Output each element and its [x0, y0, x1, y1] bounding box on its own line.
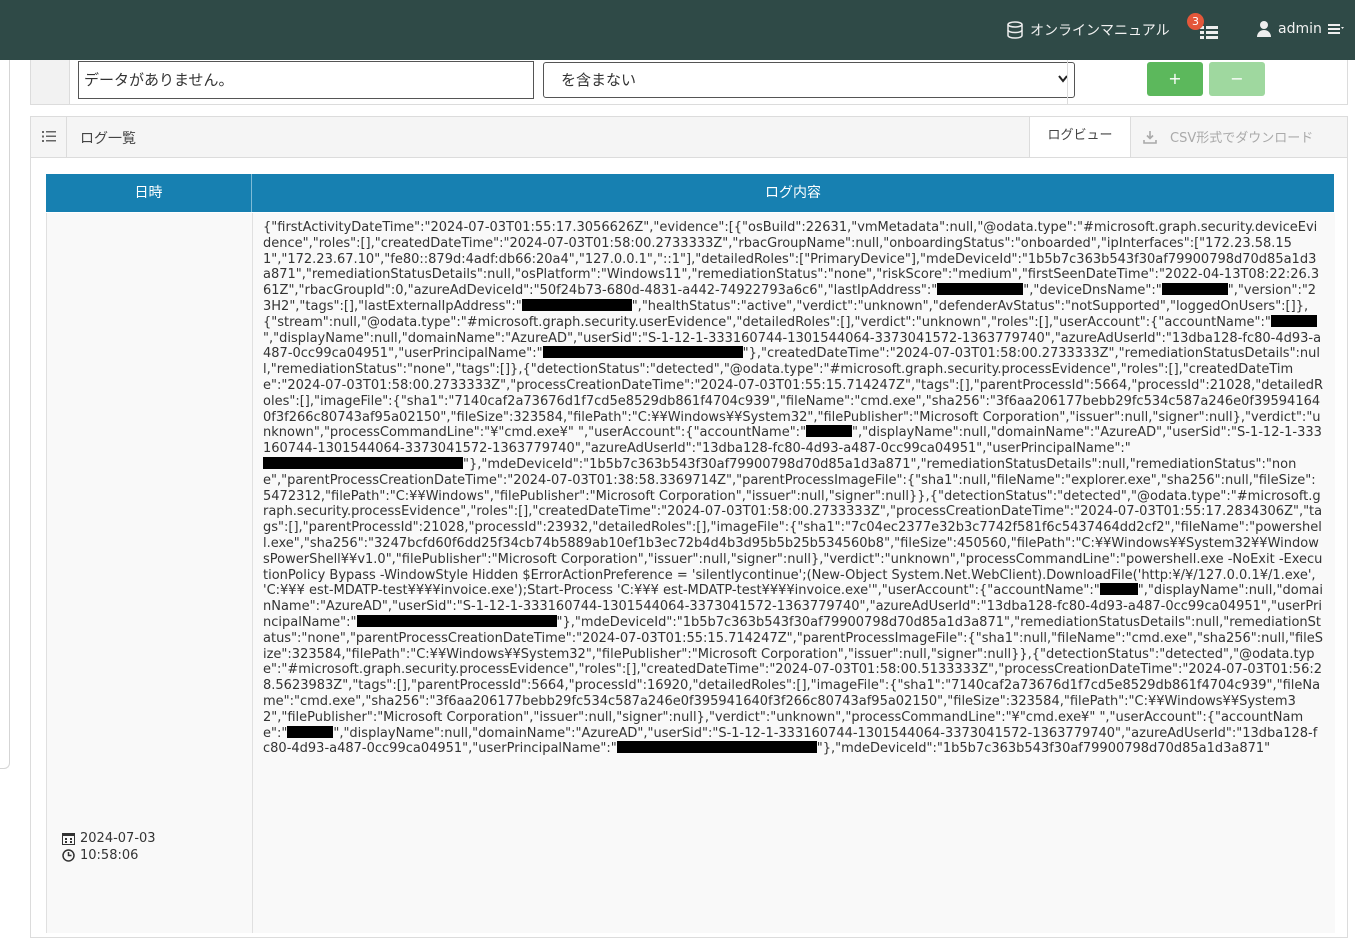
column-header-date[interactable]: 日時 — [46, 174, 252, 212]
log-text: "},"mdeDeviceId":"1b5b7c363b543f30af7990… — [263, 614, 1324, 741]
log-text: "},"mdeDeviceId":"1b5b7c363b543f30af7990… — [263, 456, 1323, 599]
redaction-bar — [806, 425, 853, 438]
log-panel: ログ一覧 ログビュー CSV形式でダウンロード 日時 ログ内容 2024-07-… — [30, 116, 1348, 938]
panel-title: ログ一覧 — [80, 131, 136, 147]
filter-condition-value: を含まない — [561, 71, 637, 89]
download-icon — [1143, 130, 1157, 144]
user-icon — [1257, 21, 1271, 37]
online-manual-label: オンラインマニュアル — [1030, 23, 1170, 39]
redaction-bar — [542, 346, 743, 359]
row-date-value: 2024-07-03 — [80, 831, 156, 846]
csv-download-label: CSV形式でダウンロード — [1170, 131, 1314, 146]
filter-divider — [1067, 60, 1068, 104]
log-panel-header: ログ一覧 ログビュー CSV形式でダウンロード — [31, 117, 1347, 158]
add-condition-button[interactable]: + — [1147, 62, 1203, 96]
column-header-log[interactable]: ログ内容 — [252, 174, 1334, 212]
row-date: 2024-07-03 — [62, 831, 156, 846]
table-row: 2024-07-03 10:58:06 {"firstActivityDateT… — [46, 213, 1335, 933]
redaction-bar — [1270, 314, 1317, 327]
filter-value-input[interactable]: データがありません。 — [78, 61, 534, 99]
remove-condition-button[interactable]: − — [1209, 62, 1265, 96]
tab-csv-download[interactable]: CSV形式でダウンロード — [1143, 127, 1313, 146]
filter-row-handle — [31, 60, 70, 104]
redaction-bar — [263, 456, 463, 469]
user-menu[interactable]: admin — [1256, 20, 1346, 38]
filter-row: データがありません。 を含まない + − — [30, 60, 1348, 105]
log-table-header: 日時 ログ内容 — [46, 174, 1334, 212]
redaction-bar — [1099, 583, 1138, 596]
log-content-cell: {"firstActivityDateTime":"2024-07-03T01:… — [263, 220, 1323, 757]
log-text: "},"mdeDeviceId":"1b5b7c363b543f30af7990… — [816, 741, 1271, 757]
tab-log-view[interactable]: ログビュー — [1029, 117, 1131, 157]
list-icon — [42, 131, 56, 142]
log-text: ","deviceDnsName":" — [1023, 283, 1162, 299]
database-icon — [1007, 21, 1023, 39]
filter-condition-select[interactable]: を含まない — [543, 62, 1075, 98]
date-cell: 2024-07-03 10:58:06 — [47, 213, 253, 933]
redaction-bar — [937, 283, 1024, 296]
left-sidebar-edge — [0, 60, 10, 769]
row-time: 10:58:06 — [62, 848, 138, 863]
user-name: admin — [1278, 21, 1322, 37]
redaction-bar — [616, 741, 817, 754]
clock-icon — [62, 849, 75, 862]
redaction-bar — [287, 725, 334, 738]
row-time-value: 10:58:06 — [80, 848, 139, 863]
calendar-icon — [62, 833, 75, 845]
redaction-bar — [521, 298, 632, 311]
online-manual-link[interactable]: オンラインマニュアル — [1006, 20, 1170, 40]
panel-gutter — [31, 117, 67, 157]
menu-caret-icon — [1327, 24, 1344, 34]
task-count-badge: 3 — [1187, 13, 1204, 30]
redaction-bar — [1161, 283, 1228, 296]
redaction-bar — [356, 614, 557, 627]
